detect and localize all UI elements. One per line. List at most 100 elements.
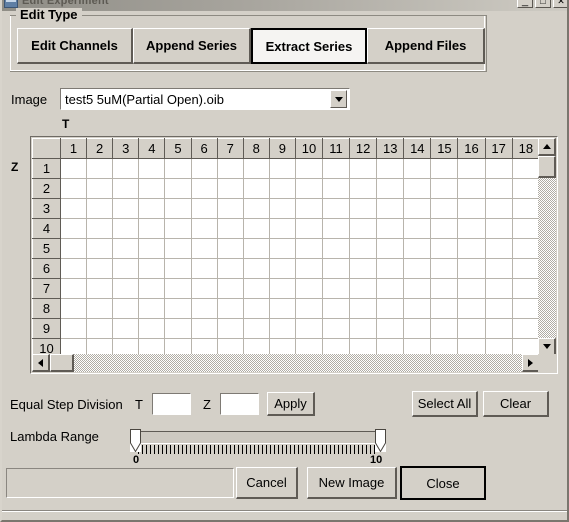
tab-extract-series[interactable]: Extract Series bbox=[251, 28, 367, 64]
grid-cell[interactable] bbox=[243, 198, 270, 219]
grid-cell[interactable] bbox=[349, 238, 378, 259]
grid-cell[interactable] bbox=[322, 318, 351, 339]
grid-cell[interactable] bbox=[269, 198, 296, 219]
apply-button[interactable]: Apply bbox=[267, 392, 315, 416]
grid-cell[interactable] bbox=[295, 178, 324, 199]
grid-cell[interactable] bbox=[349, 158, 378, 179]
lambda-high-handle[interactable] bbox=[375, 429, 386, 452]
grid-cell[interactable] bbox=[295, 198, 324, 219]
grid-cell[interactable] bbox=[217, 198, 244, 219]
grid-cell[interactable] bbox=[217, 218, 244, 239]
grid-cell[interactable] bbox=[376, 298, 405, 319]
new-image-button[interactable]: New Image bbox=[307, 467, 397, 499]
maximize-button[interactable]: □ bbox=[535, 0, 551, 8]
grid-cell[interactable] bbox=[403, 238, 432, 259]
grid-cell[interactable] bbox=[164, 178, 192, 199]
grid-cell[interactable] bbox=[164, 318, 192, 339]
close-button[interactable]: ✕ bbox=[553, 0, 567, 8]
grid-cell[interactable] bbox=[322, 158, 351, 179]
grid-cell[interactable] bbox=[112, 218, 140, 239]
grid-cell[interactable] bbox=[60, 158, 88, 179]
grid-cell[interactable] bbox=[60, 258, 88, 279]
grid-cell[interactable] bbox=[217, 258, 244, 279]
grid-row-header[interactable]: 4 bbox=[32, 218, 61, 239]
grid-cell[interactable] bbox=[112, 158, 140, 179]
grid-cell[interactable] bbox=[86, 198, 114, 219]
grid-cell[interactable] bbox=[112, 278, 140, 299]
grid-cell[interactable] bbox=[349, 298, 378, 319]
grid-cell[interactable] bbox=[295, 278, 324, 299]
grid-vertical-scrollbar[interactable] bbox=[538, 138, 556, 356]
grid-cell[interactable] bbox=[349, 318, 378, 339]
equal-step-t-input[interactable] bbox=[152, 393, 191, 415]
grid-cell[interactable] bbox=[86, 238, 114, 259]
grid-cell[interactable] bbox=[485, 238, 513, 259]
grid-cell[interactable] bbox=[60, 278, 88, 299]
grid-cell[interactable] bbox=[430, 258, 459, 279]
title-bar[interactable]: Edit Experiment _ □ ✕ bbox=[2, 0, 567, 11]
grid-cell[interactable] bbox=[86, 298, 114, 319]
grid-cell[interactable] bbox=[403, 218, 432, 239]
grid-cell[interactable] bbox=[403, 318, 432, 339]
cancel-button[interactable]: Cancel bbox=[236, 467, 298, 499]
arrow-up-icon[interactable] bbox=[538, 138, 556, 156]
grid-cell[interactable] bbox=[485, 278, 513, 299]
grid-cell[interactable] bbox=[403, 158, 432, 179]
lambda-slider-track[interactable] bbox=[137, 431, 379, 444]
grid-row-header[interactable]: 7 bbox=[32, 278, 61, 299]
grid-cell[interactable] bbox=[164, 258, 192, 279]
grid-cell[interactable] bbox=[243, 158, 270, 179]
grid-cell[interactable] bbox=[457, 218, 486, 239]
grid-cell[interactable] bbox=[512, 298, 540, 319]
grid-cell[interactable] bbox=[164, 278, 192, 299]
grid-cell[interactable] bbox=[217, 178, 244, 199]
grid-cell[interactable] bbox=[138, 278, 166, 299]
grid-cell[interactable] bbox=[191, 238, 218, 259]
grid-column-header[interactable]: 10 bbox=[294, 138, 324, 159]
grid-cell[interactable] bbox=[269, 178, 296, 199]
grid-cell[interactable] bbox=[403, 298, 432, 319]
grid-cell[interactable] bbox=[349, 218, 378, 239]
grid-row-header[interactable]: 6 bbox=[32, 258, 61, 279]
grid-cell[interactable] bbox=[512, 198, 540, 219]
grid-cell[interactable] bbox=[430, 318, 459, 339]
grid-cell[interactable] bbox=[243, 298, 270, 319]
grid-cell[interactable] bbox=[512, 278, 540, 299]
grid-column-header[interactable]: 18 bbox=[511, 138, 540, 159]
grid-cell[interactable] bbox=[269, 318, 296, 339]
grid-column-header[interactable]: 3 bbox=[112, 138, 140, 159]
grid-cell[interactable] bbox=[376, 198, 405, 219]
lambda-range-slider[interactable]: 0 10 bbox=[130, 429, 386, 466]
grid-cell[interactable] bbox=[217, 158, 244, 179]
grid-column-header[interactable]: 1 bbox=[59, 138, 88, 159]
grid-cell[interactable] bbox=[295, 298, 324, 319]
grid-cell[interactable] bbox=[243, 278, 270, 299]
grid-cell[interactable] bbox=[295, 218, 324, 239]
equal-step-z-input[interactable] bbox=[220, 393, 259, 415]
grid-cell[interactable] bbox=[269, 298, 296, 319]
grid-cell[interactable] bbox=[457, 238, 486, 259]
grid-cell[interactable] bbox=[457, 278, 486, 299]
grid-cell[interactable] bbox=[191, 298, 218, 319]
grid-cell[interactable] bbox=[269, 158, 296, 179]
tab-edit-channels[interactable]: Edit Channels bbox=[17, 28, 133, 64]
grid-cell[interactable] bbox=[191, 278, 218, 299]
grid-cell[interactable] bbox=[485, 318, 513, 339]
grid-cell[interactable] bbox=[457, 178, 486, 199]
grid-cell[interactable] bbox=[217, 318, 244, 339]
grid-cell[interactable] bbox=[376, 158, 405, 179]
grid-cell[interactable] bbox=[322, 178, 351, 199]
grid-cell[interactable] bbox=[512, 238, 540, 259]
grid-cell[interactable] bbox=[191, 318, 218, 339]
grid-column-header[interactable]: 2 bbox=[86, 138, 114, 159]
close-button-footer[interactable]: Close bbox=[400, 466, 486, 500]
grid-cell[interactable] bbox=[191, 178, 218, 199]
grid-cell[interactable] bbox=[322, 298, 351, 319]
grid-cell[interactable] bbox=[322, 258, 351, 279]
grid-cell[interactable] bbox=[403, 278, 432, 299]
grid-cell[interactable] bbox=[164, 198, 192, 219]
select-all-button[interactable]: Select All bbox=[412, 391, 478, 417]
grid-cell[interactable] bbox=[112, 298, 140, 319]
clear-button[interactable]: Clear bbox=[483, 391, 549, 417]
grid-cell[interactable] bbox=[86, 258, 114, 279]
